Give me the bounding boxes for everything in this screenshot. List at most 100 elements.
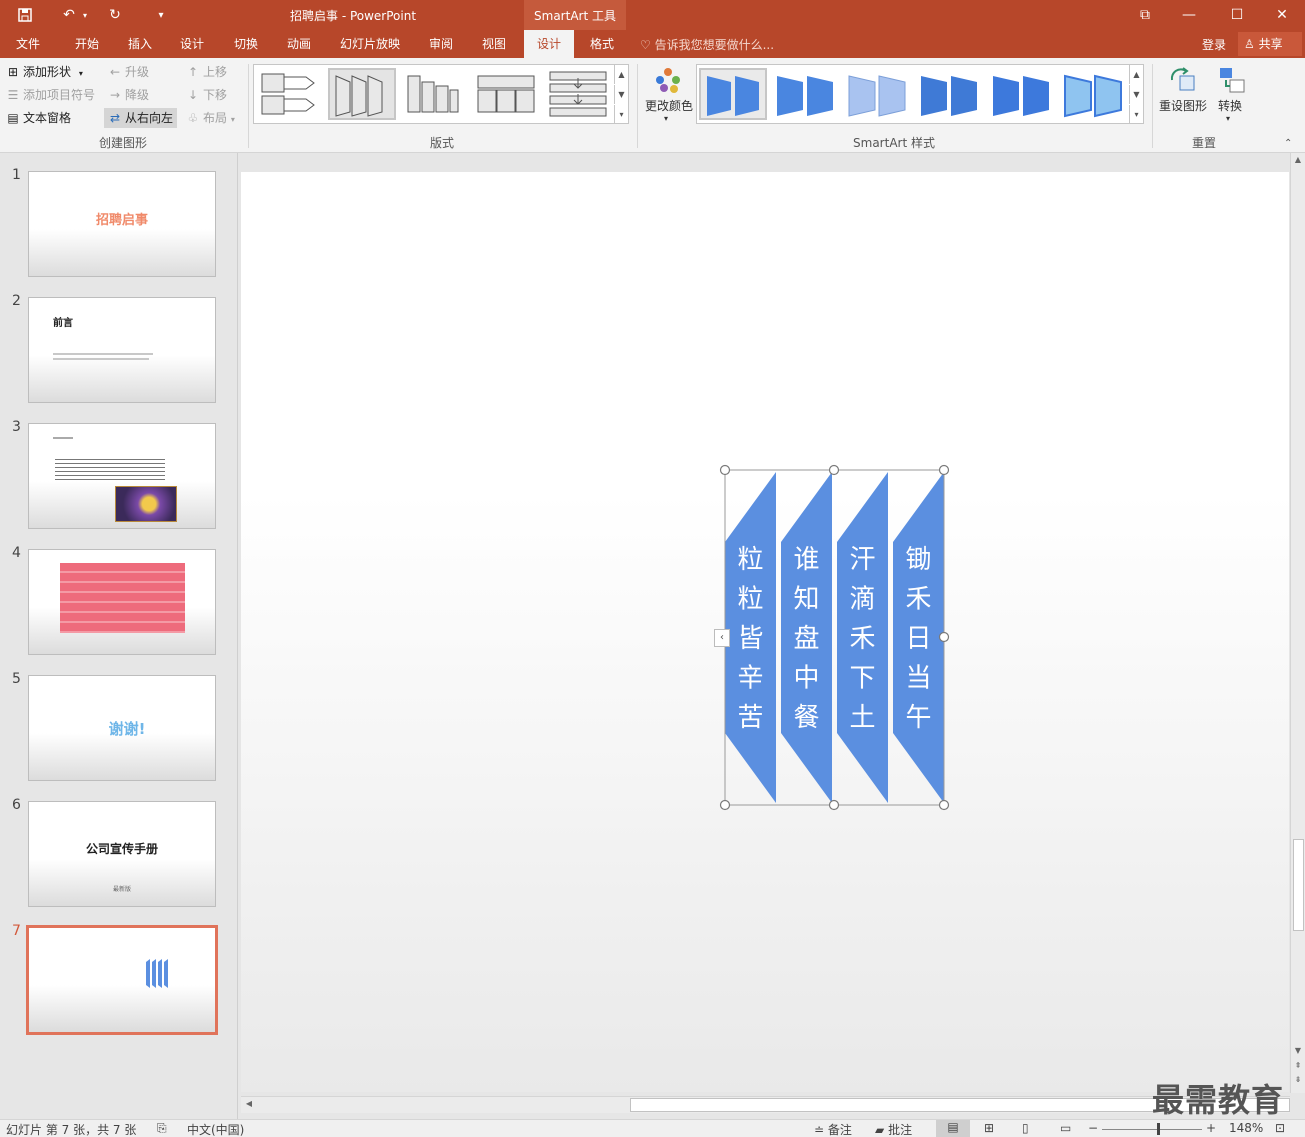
- vertical-scrollbar[interactable]: ▲ ▼ ⇞ ⇟: [1290, 153, 1305, 1093]
- resize-handle-sw[interactable]: [719, 799, 731, 811]
- tab-review[interactable]: 审阅: [416, 30, 466, 58]
- close-button[interactable]: ✕: [1259, 0, 1305, 30]
- gallery-scroll-down[interactable]: ▼: [614, 85, 628, 104]
- thumbnail-smartart: [146, 959, 168, 988]
- move-down-button[interactable]: ↓ 下移: [186, 85, 227, 105]
- smartart-style-option[interactable]: [1059, 68, 1127, 120]
- gallery-scroll-up[interactable]: ▲: [614, 65, 628, 84]
- slide-sorter-icon[interactable]: ⊞: [984, 1121, 994, 1135]
- fit-to-window-icon[interactable]: ⊡: [1275, 1121, 1285, 1135]
- tab-smartart-format[interactable]: 格式: [578, 30, 626, 58]
- layout-option[interactable]: [400, 68, 468, 120]
- notes-button[interactable]: ≐ 备注: [814, 1121, 852, 1137]
- resize-handle-s[interactable]: [828, 799, 840, 811]
- reading-view-icon[interactable]: ▯: [1022, 1121, 1029, 1135]
- slide-thumbnail-2[interactable]: 前言: [28, 297, 216, 403]
- slide-thumbnail-6[interactable]: 公司宣传手册 最新版: [28, 801, 216, 907]
- scroll-left-arrow[interactable]: ◀: [243, 1099, 255, 1111]
- collapse-ribbon-icon[interactable]: ⌃: [1284, 138, 1292, 149]
- slide-number: 7: [12, 923, 21, 939]
- save-icon[interactable]: [14, 5, 36, 25]
- smartart-style-option[interactable]: [771, 68, 839, 120]
- text-pane-toggle-icon[interactable]: ‹: [714, 629, 730, 647]
- minimize-button[interactable]: —: [1166, 0, 1212, 30]
- smartart-style-option[interactable]: [843, 68, 911, 120]
- resize-handle-n[interactable]: [828, 464, 840, 476]
- resize-handle-se[interactable]: [938, 799, 950, 811]
- slide-thumbnail-5[interactable]: 谢谢!: [28, 675, 216, 781]
- tab-animations[interactable]: 动画: [274, 30, 324, 58]
- scroll-down-arrow[interactable]: ▼: [1292, 1046, 1304, 1058]
- layout-option[interactable]: [472, 68, 540, 120]
- customize-quick-access-icon[interactable]: ▾: [150, 5, 172, 25]
- smartart-graphic[interactable]: 粒粒皆辛苦 谁知盘中餐 汗滴禾下土 锄禾日当午: [241, 172, 1289, 1092]
- undo-dropdown-icon[interactable]: ▾: [78, 5, 92, 25]
- gallery-scroll-up[interactable]: ▲: [1129, 65, 1143, 84]
- tab-home[interactable]: 开始: [62, 30, 112, 58]
- add-bullet-button[interactable]: ☰ 添加项目符号: [6, 85, 95, 105]
- redo-icon[interactable]: ↻: [104, 5, 126, 25]
- change-colors-button[interactable]: 更改颜色 ▾: [642, 64, 694, 126]
- comments-button[interactable]: ▰ 批注: [875, 1121, 912, 1137]
- resize-handle-e[interactable]: [938, 631, 950, 643]
- slide-thumbnail-1[interactable]: 招聘启事: [28, 171, 216, 277]
- promote-button[interactable]: ← 升级: [108, 62, 149, 82]
- sign-in-link[interactable]: 登录: [1202, 36, 1226, 53]
- current-slide[interactable]: 粒粒皆辛苦 谁知盘中餐 汗滴禾下土 锄禾日当午 ‹: [241, 172, 1289, 1092]
- convert-button[interactable]: 转换 ▾: [1210, 64, 1250, 126]
- vertical-scroll-thumb[interactable]: [1293, 839, 1304, 931]
- zoom-level[interactable]: 148%: [1229, 1121, 1263, 1135]
- thumbnail-title: 前言: [53, 318, 73, 329]
- normal-view-icon[interactable]: ▤: [936, 1120, 970, 1137]
- smartart-band-1-char: 辛: [737, 664, 763, 694]
- tab-insert[interactable]: 插入: [116, 30, 164, 58]
- slide-thumbnail-3[interactable]: [28, 423, 216, 529]
- scroll-up-arrow[interactable]: ▲: [1292, 155, 1304, 167]
- next-slide-arrow[interactable]: ⇟: [1292, 1075, 1304, 1087]
- text-pane-button[interactable]: ▤ 文本窗格: [6, 108, 71, 128]
- layout-option-selected[interactable]: [328, 68, 396, 120]
- slide-thumbnail-4[interactable]: [28, 549, 216, 655]
- spell-check-icon[interactable]: ⎘: [157, 1121, 167, 1136]
- gallery-more[interactable]: ▾: [1129, 105, 1143, 124]
- tab-file[interactable]: 文件: [4, 30, 52, 58]
- gallery-more[interactable]: ▾: [614, 105, 628, 124]
- zoom-in-button[interactable]: +: [1206, 1121, 1216, 1135]
- zoom-slider-thumb[interactable]: [1157, 1123, 1160, 1135]
- tab-transitions[interactable]: 切换: [222, 30, 270, 58]
- smartart-style-option[interactable]: [915, 68, 983, 120]
- slide-thumbnail-7[interactable]: [26, 925, 218, 1035]
- maximize-button[interactable]: ☐: [1214, 0, 1260, 30]
- smartart-styles-group-label: SmartArt 样式: [853, 136, 935, 150]
- layout-option[interactable]: [258, 68, 326, 120]
- zoom-slider-track[interactable]: [1102, 1129, 1202, 1130]
- share-button[interactable]: ♙ 共享: [1238, 32, 1302, 56]
- smartart-style-option-selected[interactable]: [699, 68, 767, 120]
- smartart-style-option[interactable]: [987, 68, 1055, 120]
- undo-icon[interactable]: ↶: [58, 5, 80, 25]
- language-indicator[interactable]: 中文(中国): [187, 1121, 244, 1137]
- thumbnail-flower-image: [115, 486, 177, 522]
- gallery-scroll-down[interactable]: ▼: [1129, 85, 1143, 104]
- lightbulb-icon: ♡: [640, 38, 651, 52]
- layout-button[interactable]: ♧ 布局 ▾: [186, 108, 235, 128]
- demote-button[interactable]: → 降级: [108, 85, 149, 105]
- tell-me-search[interactable]: ♡ 告诉我您想要做什么...: [640, 36, 774, 53]
- previous-slide-arrow[interactable]: ⇞: [1292, 1061, 1304, 1073]
- tab-slide-show[interactable]: 幻灯片放映: [332, 30, 408, 58]
- move-up-button[interactable]: ↑ 上移: [186, 62, 227, 82]
- add-shape-button[interactable]: ⊞ 添加形状 ▾: [6, 62, 83, 82]
- tab-design[interactable]: 设计: [168, 30, 216, 58]
- thumbnail-title: 谢谢!: [108, 720, 146, 738]
- tab-view[interactable]: 视图: [470, 30, 518, 58]
- resize-handle-nw[interactable]: [719, 464, 731, 476]
- tab-smartart-design[interactable]: 设计: [524, 30, 574, 58]
- reset-graphic-button[interactable]: 重设图形: [1156, 64, 1210, 126]
- slide-show-icon[interactable]: ▭: [1060, 1121, 1071, 1135]
- right-to-left-button[interactable]: ⇄ 从右向左: [104, 108, 178, 128]
- zoom-out-button[interactable]: −: [1088, 1121, 1098, 1135]
- layout-option[interactable]: [544, 68, 612, 120]
- ribbon-display-options-icon[interactable]: ⧉: [1122, 0, 1168, 30]
- resize-handle-ne[interactable]: [938, 464, 950, 476]
- horizontal-scrollbar[interactable]: ◀: [241, 1096, 1290, 1113]
